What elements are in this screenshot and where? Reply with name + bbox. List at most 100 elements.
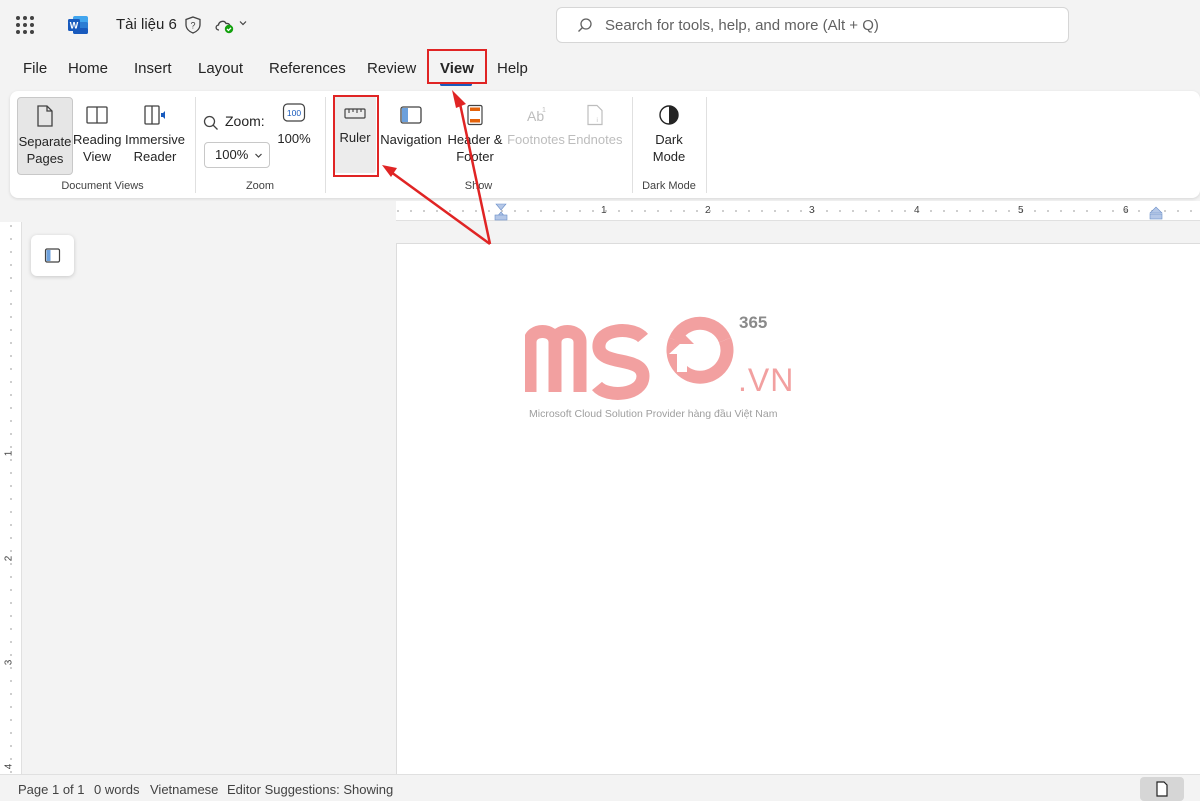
- separate-pages-button[interactable]: Separate Pages: [17, 97, 73, 175]
- status-bar: Page 1 of 1 0 words Vietnamese Editor Su…: [0, 774, 1200, 801]
- header-footer-button[interactable]: Header & Footer: [444, 97, 506, 165]
- page-icon: [37, 105, 53, 127]
- zoom-dropdown[interactable]: 100%: [204, 142, 270, 168]
- dark-mode-button[interactable]: Dark Mode: [644, 97, 694, 165]
- title-bar: W Tài liệu 6 ?: [0, 0, 1200, 50]
- app-launcher-icon[interactable]: [16, 16, 34, 34]
- reading-view-label: Reading: [73, 132, 122, 147]
- svg-text:?: ?: [190, 21, 195, 31]
- navigation-button[interactable]: Navigation: [378, 97, 444, 148]
- active-tab-indicator: [440, 83, 472, 86]
- ruler-number: 4: [914, 205, 920, 216]
- search-input[interactable]: [605, 15, 1045, 35]
- document-views-group-label: Document Views: [61, 180, 144, 192]
- navigation-pane-button[interactable]: [31, 235, 74, 276]
- search-box[interactable]: [556, 7, 1069, 43]
- reading-view-button[interactable]: Reading View: [73, 97, 121, 165]
- word-logo-icon[interactable]: W: [67, 14, 89, 36]
- immersive-reader-label-2: Reader: [133, 149, 177, 164]
- ribbon-divider: [632, 97, 633, 193]
- tab-insert[interactable]: Insert: [134, 60, 172, 77]
- tab-home[interactable]: Home: [68, 60, 108, 77]
- dark-mode-label: Dark: [655, 132, 683, 147]
- search-icon: [578, 18, 592, 32]
- footnotes-label: Footnotes: [507, 132, 565, 147]
- logo-tagline: Microsoft Cloud Solution Provider hàng đ…: [529, 408, 778, 420]
- zoom-dropdown-value: 100%: [215, 147, 249, 162]
- tab-file[interactable]: File: [23, 60, 47, 77]
- endnotes-icon: i: [587, 104, 603, 126]
- reading-view-icon: [86, 106, 108, 124]
- header-footer-icon: [467, 104, 483, 126]
- ruler-ticks: [397, 203, 1192, 221]
- zoom-100-button[interactable]: 100 100%: [274, 101, 314, 147]
- print-layout-button[interactable]: [1140, 777, 1184, 801]
- show-group-label: Show: [464, 180, 493, 192]
- header-footer-label: Header &: [447, 132, 503, 147]
- document-title[interactable]: Tài liệu 6: [116, 16, 177, 33]
- zoom-group-label: Zoom: [245, 180, 275, 192]
- vertical-ruler[interactable]: 1 2 3 4: [0, 222, 22, 774]
- horizontal-ruler[interactable]: 1 2 3 4 5 6: [396, 201, 1200, 221]
- status-language[interactable]: Vietnamese: [150, 782, 218, 797]
- tab-layout[interactable]: Layout: [198, 60, 243, 77]
- separate-pages-label: Separate: [18, 134, 72, 149]
- ruler-number: 2: [3, 555, 15, 562]
- ribbon-panel: Separate Pages Reading View Immersive Re…: [10, 91, 1200, 198]
- zoom-icon: [203, 115, 218, 130]
- sensitivity-shield-icon[interactable]: ?: [184, 16, 202, 34]
- status-editor-suggestions[interactable]: Editor Suggestions: Showing: [227, 782, 393, 797]
- ruler-number: 3: [809, 205, 815, 216]
- ruler-number: 6: [1123, 205, 1129, 216]
- page-icon: [1156, 781, 1168, 797]
- dark-mode-group-label: Dark Mode: [642, 180, 696, 192]
- ruler-number: 3: [3, 659, 15, 666]
- ruler-number: 1: [3, 450, 15, 457]
- ruler-icon: [344, 108, 366, 119]
- separate-pages-label-2: Pages: [26, 151, 64, 166]
- vertical-ruler-ticks: [10, 225, 12, 773]
- immersive-reader-label: Immersive: [125, 132, 185, 147]
- dark-mode-label-2: Mode: [652, 149, 686, 164]
- svg-text:1: 1: [542, 107, 546, 114]
- navigation-label: Navigation: [380, 132, 442, 147]
- svg-text:100: 100: [287, 108, 301, 118]
- tab-references[interactable]: References: [269, 60, 346, 77]
- logo-365-text: 365: [739, 313, 768, 332]
- dark-mode-icon: [659, 105, 679, 125]
- cloud-saved-icon[interactable]: [213, 16, 237, 34]
- ruler-label: Ruler: [339, 130, 371, 145]
- ribbon-divider: [195, 97, 196, 193]
- navigation-pane-icon: [44, 248, 61, 263]
- zoom-100-label: 100%: [277, 131, 311, 146]
- ruler-number: 4: [3, 763, 15, 770]
- reading-view-label-2: View: [83, 149, 111, 164]
- header-footer-label-2: Footer: [456, 149, 494, 164]
- status-page-count[interactable]: Page 1 of 1: [18, 782, 85, 797]
- zoom-100-icon: 100: [282, 103, 306, 122]
- ruler-number: 1: [601, 205, 607, 216]
- endnotes-label: Endnotes: [567, 132, 623, 147]
- svg-text:i: i: [597, 118, 598, 124]
- endnotes-button[interactable]: i Endnotes: [566, 97, 624, 148]
- navigation-pane-icon: [400, 106, 422, 124]
- tab-help[interactable]: Help: [497, 60, 528, 77]
- svg-text:W: W: [70, 21, 79, 31]
- logo-vn-text: .VN: [738, 362, 795, 398]
- zoom-label: Zoom:: [225, 113, 265, 129]
- ruler-number: 5: [1018, 205, 1024, 216]
- ruler-number: 2: [705, 205, 711, 216]
- tab-review[interactable]: Review: [367, 60, 416, 77]
- ruler-button[interactable]: Ruler: [334, 95, 376, 173]
- immersive-reader-button[interactable]: Immersive Reader: [123, 97, 187, 165]
- chevron-down-icon[interactable]: [238, 18, 248, 28]
- ribbon-divider: [706, 97, 707, 193]
- status-word-count[interactable]: 0 words: [94, 782, 140, 797]
- tab-view[interactable]: View: [440, 60, 474, 77]
- ribbon-divider: [325, 97, 326, 193]
- immersive-reader-icon: [144, 105, 165, 125]
- chevron-down-icon: [255, 153, 262, 158]
- ribbon-tabs: File Home Insert Layout References Revie…: [0, 50, 1200, 90]
- footnotes-icon: Ab 1: [527, 107, 546, 124]
- footnotes-button[interactable]: Ab 1 Footnotes: [506, 97, 566, 148]
